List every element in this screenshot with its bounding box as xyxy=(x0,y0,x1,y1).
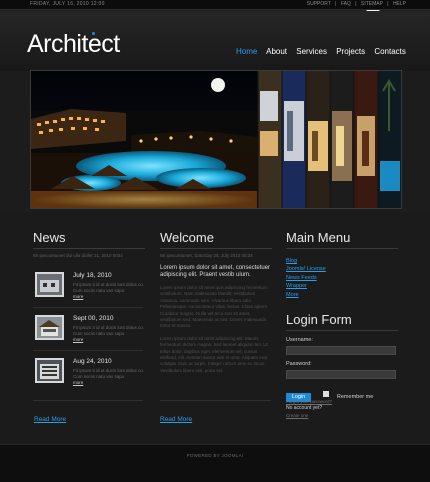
site-logo[interactable]: Architect xyxy=(27,30,120,59)
divider xyxy=(33,307,143,308)
divider xyxy=(33,248,145,249)
main-menu-section: Main Menu Blog Joomla! License News Feed… xyxy=(286,230,398,299)
nav-services[interactable]: Services xyxy=(296,47,327,56)
welcome-paragraph: Lorem ipsum dolor sit amet quis adipisci… xyxy=(160,285,269,329)
logo-dot-icon xyxy=(92,32,95,35)
date-text: FRIDAY, JULY 16, 2010 12:00 xyxy=(30,1,105,7)
nav-contacts[interactable]: Contacts xyxy=(374,47,406,56)
password-label: Password: xyxy=(286,361,312,367)
sitemap-link[interactable]: SITEMAP xyxy=(361,1,383,7)
news-section: News Wi ipiscuntumet dui ulla duifer 21,… xyxy=(33,230,145,259)
welcome-intro: Wi ipiscuntumet, Saturday 26, July 2010 … xyxy=(160,253,253,258)
news-thumbnail[interactable] xyxy=(35,358,64,383)
welcome-lead: Lorem ipsum dolor sit amet, consectetuer… xyxy=(160,265,271,278)
news-text: Fit ipsum it id ut ducis lunt dolus co. … xyxy=(73,282,145,293)
welcome-section: Welcome Wi ipiscuntumet, Saturday 26, Ju… xyxy=(160,230,272,374)
news-read-more-link[interactable]: Read More xyxy=(34,416,66,423)
news-thumbnail[interactable] xyxy=(35,272,64,297)
create-account-link[interactable]: Create one xyxy=(286,412,398,419)
footer: POWERED BY JOOMLA! xyxy=(0,444,430,482)
utility-links: SUPPORT | FAQ | SITEMAP | HELP xyxy=(304,1,406,7)
news-thumbnail[interactable] xyxy=(35,315,64,340)
password-input[interactable] xyxy=(286,370,396,379)
divider xyxy=(286,330,398,331)
news-item: July 18, 2010 Fit ipsum it id ut ducis l… xyxy=(35,272,145,302)
welcome-paragraph: Lorem ipsum dolor sit amet adipiscing el… xyxy=(160,335,268,373)
nav-projects[interactable]: Projects xyxy=(336,47,365,56)
divider xyxy=(33,400,143,401)
separator: | xyxy=(335,1,337,7)
welcome-heading: Welcome xyxy=(160,230,214,245)
divider xyxy=(33,350,143,351)
hero-banner xyxy=(30,70,402,209)
menu-item-blog[interactable]: Blog xyxy=(286,257,398,265)
separator: | xyxy=(387,1,389,7)
login-section: Login Form Username: Password: Login Rem… xyxy=(286,312,398,419)
news-date: Sept 00, 2010 xyxy=(73,315,114,322)
menu-item-more[interactable]: More xyxy=(286,291,398,299)
welcome-read-more-link[interactable]: Read More xyxy=(160,416,192,423)
news-date: Aug 24, 2010 xyxy=(73,358,112,365)
news-item: Sept 00, 2010 Fit ipsum it id ut ducis l… xyxy=(35,315,145,345)
support-link[interactable]: SUPPORT xyxy=(307,1,331,7)
login-heading: Login Form xyxy=(286,312,352,327)
news-text: Fit ipsum it id ut ducis lunt dolus co. … xyxy=(73,325,145,336)
nav-home[interactable]: Home xyxy=(236,47,257,56)
news-intro: Wi ipiscuntumet dui ulla duifer 21, 2010… xyxy=(33,253,123,258)
news-more-link[interactable]: more xyxy=(73,337,83,342)
separator: | xyxy=(355,1,357,7)
remember-me-label: Remember me xyxy=(336,394,374,400)
no-account-text: No account yet? xyxy=(286,405,323,411)
main-menu-list: Blog Joomla! License News Feeds Wrapper … xyxy=(286,257,398,299)
divider xyxy=(160,400,271,401)
menu-item-wrapper[interactable]: Wrapper xyxy=(286,282,398,290)
username-input[interactable] xyxy=(286,346,396,355)
footer-text: POWERED BY JOOMLA! xyxy=(186,453,244,458)
menu-item-license[interactable]: Joomla! License xyxy=(286,265,398,273)
news-heading: News xyxy=(33,230,66,245)
top-bar: FRIDAY, JULY 16, 2010 12:00 SUPPORT | FA… xyxy=(0,0,430,10)
help-link[interactable]: HELP xyxy=(393,1,406,7)
news-item: Aug 24, 2010 Fit ipsum it id ut ducis lu… xyxy=(35,358,145,388)
news-text: Fit ipsum it id ut ducis lunt dolus co. … xyxy=(73,368,145,379)
remember-me-checkbox[interactable] xyxy=(323,390,330,397)
news-date: July 18, 2010 xyxy=(73,272,112,279)
username-label: Username: xyxy=(286,337,313,343)
divider xyxy=(160,248,272,249)
nav-about[interactable]: About xyxy=(266,47,287,56)
hero-image xyxy=(31,71,401,208)
faq-link[interactable]: FAQ xyxy=(341,1,351,7)
divider xyxy=(286,248,398,249)
main-nav: Home About Services Projects Contacts xyxy=(236,47,413,56)
news-more-link[interactable]: more xyxy=(73,380,83,385)
menu-item-news-feeds[interactable]: News Feeds xyxy=(286,274,398,282)
news-more-link[interactable]: more xyxy=(73,294,83,299)
main-menu-heading: Main Menu xyxy=(286,230,351,245)
